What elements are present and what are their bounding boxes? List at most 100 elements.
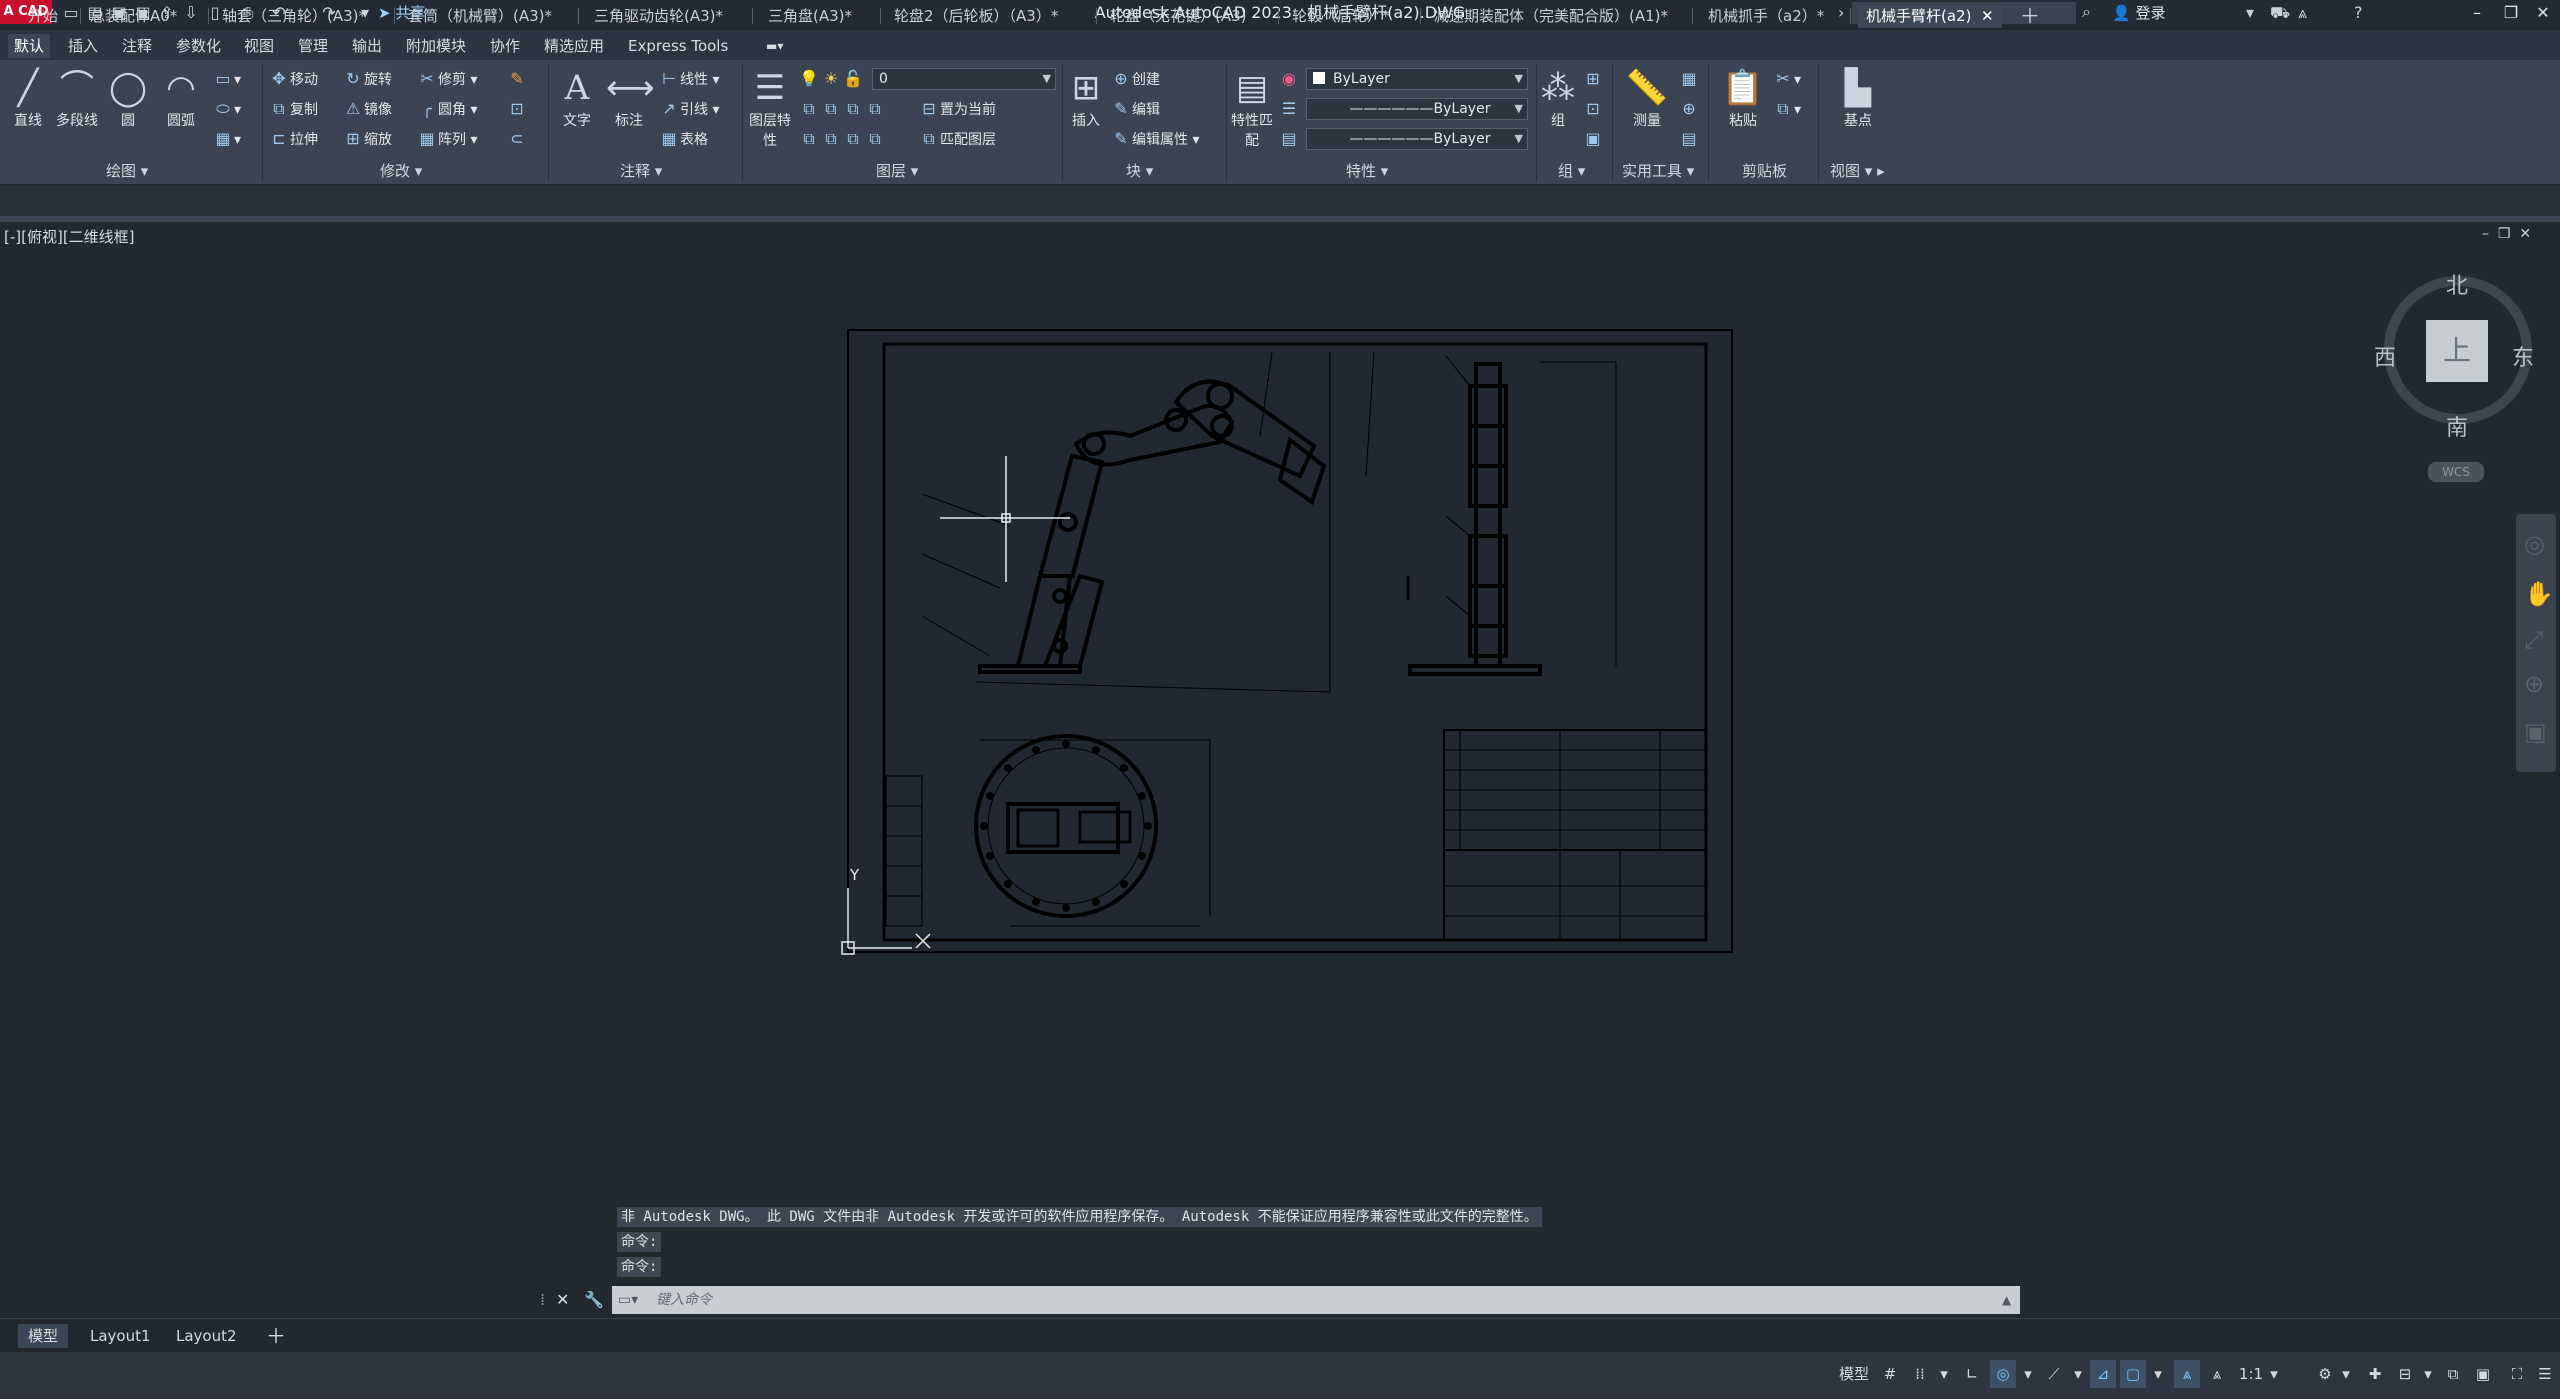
compass-east[interactable]: 东 <box>2512 340 2534 372</box>
match-layer-button[interactable]: ⧉ 匹配图层 <box>918 126 996 152</box>
tab-home[interactable]: 默认 <box>8 34 51 58</box>
chevron-down-icon[interactable]: ▾ <box>1936 1360 1952 1388</box>
layer-tools-row2[interactable]: ⧉ ⧉ ⧉ ⧉ <box>798 126 886 152</box>
compass-west[interactable]: 西 <box>2374 340 2396 372</box>
ungroup-button[interactable]: ⊞ <box>1582 66 1604 92</box>
group-select-button[interactable]: ▣ <box>1582 126 1604 152</box>
copy-clip-button[interactable]: ⧉ ▾ <box>1772 96 1801 122</box>
file-tab[interactable]: 三角驱动齿轮(A3)* <box>594 4 723 28</box>
tab-parametric[interactable]: 参数化 <box>170 34 227 58</box>
close-command-icon[interactable]: ✕ <box>556 1286 569 1314</box>
block-panel-label[interactable]: 块 ▾ <box>1126 160 1153 182</box>
tab-addins[interactable]: 附加模块 <box>400 34 472 58</box>
compass-south[interactable]: 南 <box>2446 410 2468 442</box>
ribbon-options-icon[interactable]: ▬▾ <box>760 34 789 58</box>
id-point-button[interactable]: ⊕ <box>1678 96 1700 122</box>
showmotion-icon[interactable]: ▣ <box>2524 718 2547 746</box>
chevron-down-icon[interactable]: ▾ <box>2246 2 2254 24</box>
viewport-window-controls[interactable]: – ❐ ✕ <box>2482 226 2531 242</box>
paste-button[interactable]: 📋 粘贴 <box>1718 66 1768 130</box>
orbit-icon[interactable]: ⊕ <box>2524 670 2544 698</box>
tab-model[interactable]: 模型 <box>18 1324 69 1348</box>
explode-button[interactable]: ⊡ <box>506 96 528 122</box>
isolate-objects-icon[interactable]: ⧉ <box>2440 1360 2466 1388</box>
layers-panel-label[interactable]: 图层 ▾ <box>876 160 918 182</box>
file-tab[interactable]: 机械抓手（a2）* <box>1708 4 1824 28</box>
dimension-button[interactable]: ⟷ 标注 <box>606 66 655 130</box>
stretch-button[interactable]: ⊏ 拉伸 <box>268 126 318 152</box>
layer-dropdown[interactable]: 0 ▼ <box>872 68 1056 90</box>
text-button[interactable]: A 文字 <box>554 66 600 130</box>
close-tab-icon[interactable]: ✕ <box>1981 7 1994 25</box>
clean-screen-icon[interactable]: ⛶ <box>2504 1360 2530 1388</box>
autodesk-app-icon[interactable]: ⩓ <box>2298 2 2307 24</box>
object-snap-icon[interactable]: ▢ <box>2120 1360 2146 1388</box>
leader-button[interactable]: ↗ 引线 ▾ <box>658 96 719 122</box>
annotation-scale[interactable]: 1:1 <box>2236 1360 2266 1388</box>
mirror-button[interactable]: ⚠ 镜像 <box>342 96 392 122</box>
circle-button[interactable]: ◯ 圆 <box>106 66 150 130</box>
chevron-down-icon[interactable]: ▾ <box>2070 1360 2086 1388</box>
drawing-canvas[interactable] <box>840 326 1740 956</box>
quick-calc-button[interactable]: ▦ <box>1678 66 1700 92</box>
linear-button[interactable]: ⊢ 线性 ▾ <box>658 66 719 92</box>
model-space-button[interactable]: 模型 <box>1834 1360 1874 1388</box>
erase-button[interactable]: ✎ <box>506 66 528 92</box>
copy-button[interactable]: ⧉ 复制 <box>268 96 318 122</box>
zoom-icon[interactable]: ⤢ <box>2524 626 2543 654</box>
cut-button[interactable]: ✂ ▾ <box>1772 66 1801 92</box>
file-tab-active[interactable]: 机械手臂杆(a2) ✕ <box>1858 4 2002 28</box>
tab-collaborate[interactable]: 协作 <box>484 34 526 58</box>
gear-icon[interactable]: ⚙ <box>2312 1360 2338 1388</box>
grid-icon[interactable]: # <box>1878 1360 1902 1388</box>
trim-button[interactable]: ✂ 修剪 ▾ <box>416 66 477 92</box>
file-tab[interactable]: 三角盘(A3)* <box>768 4 852 28</box>
groups-panel-label[interactable]: 组 ▾ <box>1558 160 1585 182</box>
utilities-panel-label[interactable]: 实用工具 ▾ <box>1622 160 1694 182</box>
table-button[interactable]: ▦ 表格 <box>658 126 708 152</box>
group-edit-button[interactable]: ⊡ <box>1582 96 1604 122</box>
tab-insert[interactable]: 插入 <box>62 34 104 58</box>
units-icon[interactable]: ⊟ <box>2392 1360 2418 1388</box>
linetype-dropdown[interactable]: ——————ByLayer ▼ <box>1306 98 1528 120</box>
chevron-down-icon[interactable]: ▾ <box>2338 1360 2354 1388</box>
tab-layout2[interactable]: Layout2 <box>176 1324 237 1348</box>
pan-icon[interactable]: ✋ <box>2524 580 2554 608</box>
command-prompt-icon[interactable]: ▭▾ <box>618 1286 638 1314</box>
file-tab[interactable]: 轮盘（无花键）(A3) <box>1110 4 1247 28</box>
help-icon[interactable]: ? <box>2354 2 2363 24</box>
quick-select-button[interactable]: ▤ <box>1678 126 1700 152</box>
base-view-button[interactable]: ▙ 基点 <box>1830 66 1886 130</box>
lineweight-dropdown[interactable]: ——————ByLayer ▼ <box>1306 128 1528 150</box>
arc-button[interactable]: ◠ 圆弧 <box>156 66 206 130</box>
tab-featured-apps[interactable]: 精选应用 <box>538 34 610 58</box>
layer-properties-button[interactable]: ☰ 图层特性 <box>746 66 794 150</box>
polar-tracking-icon[interactable]: ◎ <box>1990 1360 2016 1388</box>
auto-scale-icon[interactable]: ⩓ <box>2204 1360 2230 1388</box>
color-dropdown[interactable]: ByLayer ▼ <box>1306 68 1528 90</box>
view-panel-label[interactable]: 视图 ▾ ▸ <box>1830 160 1885 182</box>
group-button[interactable]: ⁂ 组 <box>1538 66 1578 130</box>
ortho-icon[interactable]: ∟ <box>1960 1360 1984 1388</box>
command-grip[interactable]: ⁞ <box>540 1286 545 1314</box>
customization-menu-icon[interactable]: ☰ <box>2532 1360 2558 1388</box>
set-current-button[interactable]: ⊟ 置为当前 <box>918 96 996 122</box>
scale-button[interactable]: ⊞ 缩放 <box>342 126 392 152</box>
match-properties-button[interactable]: ▤ 特性匹配 <box>1230 66 1274 150</box>
layer-state-icons[interactable]: 💡 ☀ 🔓 <box>798 66 864 92</box>
edit-attributes-button[interactable]: ✎ 编辑属性 ▾ <box>1110 126 1199 152</box>
close-button[interactable]: ✕ <box>2526 0 2560 26</box>
file-tab-start[interactable]: 开始 <box>28 4 58 28</box>
tab-manage[interactable]: 管理 <box>292 34 334 58</box>
isodraft-icon[interactable]: ⟋ <box>2042 1360 2066 1388</box>
tab-layout1[interactable]: Layout1 <box>90 1324 151 1348</box>
tab-annotate[interactable]: 注释 <box>116 34 158 58</box>
plus-icon[interactable]: ✚ <box>2362 1360 2388 1388</box>
array-button[interactable]: ▦ 阵列 ▾ <box>416 126 477 152</box>
rotate-button[interactable]: ↻ 旋转 <box>342 66 392 92</box>
plot-save-icon[interactable]: ⇩ <box>180 3 202 23</box>
file-tab[interactable]: 总装配体A0* <box>90 4 177 28</box>
rectangle-button[interactable]: ▭ ▾ <box>212 66 241 92</box>
viewcube-top-face[interactable]: 上 <box>2426 320 2488 382</box>
create-block-button[interactable]: ⊕ 创建 <box>1110 66 1160 92</box>
